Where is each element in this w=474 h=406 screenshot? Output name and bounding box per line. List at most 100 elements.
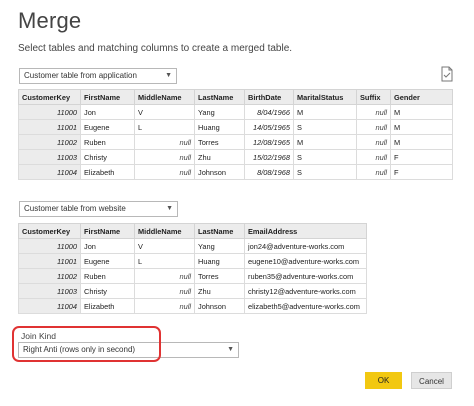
cell: null [356,149,391,165]
table1-select[interactable]: Customer table from application ▼ [19,68,177,84]
table1-preview: CustomerKey FirstName MiddleName LastNam… [18,89,453,180]
cell: Johnson [194,164,245,180]
column-header[interactable]: CustomerKey [18,223,81,239]
cell: Christy [80,283,135,299]
table-row: 11003 Christy null Zhu christy12@adventu… [18,283,367,299]
cell: null [134,298,195,314]
cell: V [134,238,195,254]
cell: Huang [194,119,245,135]
cell: 11002 [18,268,81,284]
table2-header-row: CustomerKey FirstName MiddleName LastNam… [18,223,367,239]
cell: 11004 [18,298,81,314]
cell: L [134,119,195,135]
cell: Jon [80,104,135,120]
cell: Zhu [194,149,245,165]
column-header[interactable]: Suffix [356,89,391,105]
column-header[interactable]: EmailAddress [244,223,367,239]
cell: Zhu [194,283,245,299]
column-header[interactable]: MiddleName [134,89,195,105]
cell: S [293,164,357,180]
column-header[interactable]: Gender [390,89,453,105]
cell: 11003 [18,283,81,299]
cell: null [134,283,195,299]
cell: Elizabeth [80,164,135,180]
column-header[interactable]: LastName [194,89,245,105]
cell: Yang [194,104,245,120]
cell: 11004 [18,164,81,180]
dialog-subtitle: Select tables and matching columns to cr… [18,43,293,54]
cell: null [356,119,391,135]
table-row: 11002 Ruben null Torres ruben35@adventur… [18,268,367,284]
cell: 8/04/1966 [244,104,294,120]
table1-header-row: CustomerKey FirstName MiddleName LastNam… [18,89,453,105]
table2-preview: CustomerKey FirstName MiddleName LastNam… [18,223,367,314]
cell: ruben35@adventure-works.com [244,268,367,284]
table-row: 11004 Elizabeth null Johnson elizabeth5@… [18,298,367,314]
table-row: 11002 Ruben null Torres 12/08/1965 M nul… [18,134,453,150]
chevron-down-icon: ▼ [166,205,173,212]
cell: 11000 [18,238,81,254]
cell: null [134,164,195,180]
cell: 11002 [18,134,81,150]
cell: 11000 [18,104,81,120]
chevron-down-icon: ▼ [227,346,234,353]
cancel-button[interactable]: Cancel [411,372,452,389]
cell: 11003 [18,149,81,165]
table2-select[interactable]: Customer table from website ▼ [19,201,178,217]
cell: 15/02/1968 [244,149,294,165]
cell: M [390,119,453,135]
cell: M [390,104,453,120]
table-row: 11001 Eugene L Huang eugene10@adventure-… [18,253,367,269]
cell: M [390,134,453,150]
table-row: 11004 Elizabeth null Johnson 8/08/1968 S… [18,164,453,180]
cell: Christy [80,149,135,165]
column-header[interactable]: MiddleName [134,223,195,239]
cell: L [134,253,195,269]
dialog-title: Merge [18,8,82,33]
cell: Ruben [80,268,135,284]
cell: F [390,164,453,180]
table-row: 11003 Christy null Zhu 15/02/1968 S null… [18,149,453,165]
cell: null [356,164,391,180]
column-header[interactable]: LastName [194,223,245,239]
cell: 12/08/1965 [244,134,294,150]
cell: null [356,104,391,120]
cell: eugene10@adventure-works.com [244,253,367,269]
table-row: 11000 Jon V Yang 8/04/1966 M null M [18,104,453,120]
cell: christy12@adventure-works.com [244,283,367,299]
cell: S [293,149,357,165]
column-header[interactable]: BirthDate [244,89,294,105]
cell: Ruben [80,134,135,150]
table-row: 11001 Eugene L Huang 14/05/1965 S null M [18,119,453,135]
cell: null [134,149,195,165]
ok-button[interactable]: OK [365,372,402,389]
cell: 11001 [18,253,81,269]
cell: Elizabeth [80,298,135,314]
join-kind-highlight [12,326,161,362]
cell: null [134,268,195,284]
cell: Yang [194,238,245,254]
cell: Torres [194,134,245,150]
cell: 11001 [18,119,81,135]
column-header[interactable]: FirstName [80,223,135,239]
column-header[interactable]: FirstName [80,89,135,105]
cell: 14/05/1965 [244,119,294,135]
cell: Eugene [80,253,135,269]
column-header[interactable]: MaritalStatus [293,89,357,105]
cell: Huang [194,253,245,269]
cell: M [293,134,357,150]
chevron-down-icon: ▼ [165,72,172,79]
document-icon[interactable] [440,66,454,82]
cell: S [293,119,357,135]
cell: Jon [80,238,135,254]
column-header[interactable]: CustomerKey [18,89,81,105]
cell: null [356,134,391,150]
cell: 8/08/1968 [244,164,294,180]
table2-select-value: Customer table from website [24,204,126,213]
cell: M [293,104,357,120]
cell: elizabeth5@adventure-works.com [244,298,367,314]
cell: Johnson [194,298,245,314]
table-row: 11000 Jon V Yang jon24@adventure-works.c… [18,238,367,254]
cell: V [134,104,195,120]
cell: Torres [194,268,245,284]
